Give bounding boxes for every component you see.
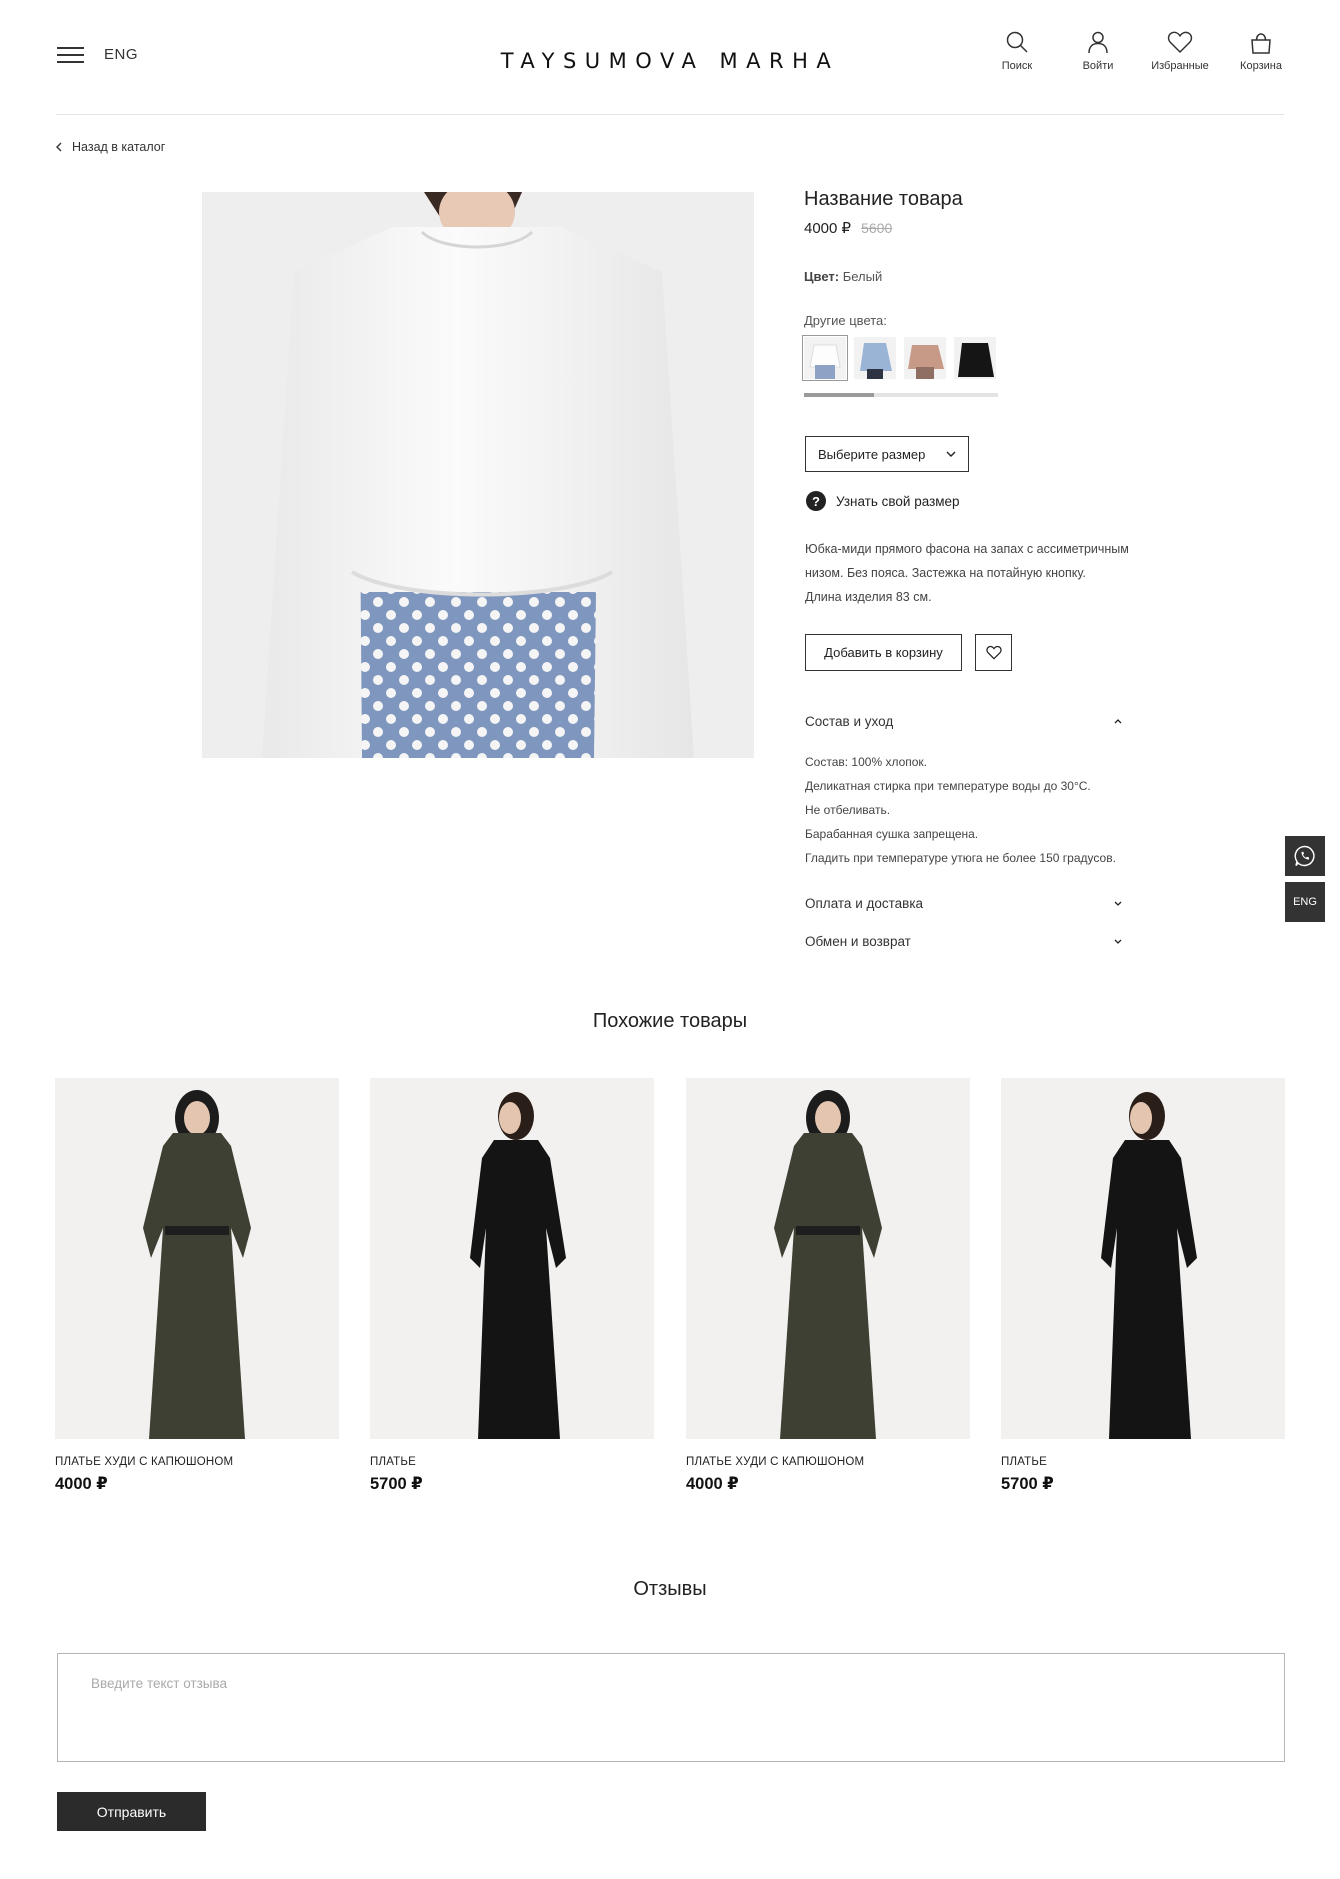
product-photo bbox=[202, 192, 754, 758]
bag-icon bbox=[1251, 33, 1271, 54]
product-card-name[interactable]: ПЛАТЬЕ bbox=[1001, 1456, 1285, 1468]
description-line: низом. Без пояса. Застежка на потайную к… bbox=[805, 566, 1086, 580]
description-line: Юбка-миди прямого фасона на запах с асси… bbox=[805, 542, 1129, 556]
product-card-image[interactable] bbox=[370, 1078, 654, 1439]
product-card-name[interactable]: ПЛАТЬЕ ХУДИ С КАПЮШОНОМ bbox=[55, 1456, 339, 1468]
chevron-down-icon bbox=[1114, 939, 1122, 944]
swatch-scroll-thumb[interactable] bbox=[804, 393, 874, 397]
care-line: Не отбеливать. bbox=[805, 803, 891, 817]
chevron-down-icon bbox=[946, 451, 956, 457]
product-card-price: 4000 ₽ bbox=[686, 1475, 739, 1493]
color-swatch-white[interactable] bbox=[802, 335, 848, 381]
accordion-exchange-label: Обмен и возврат bbox=[805, 934, 911, 949]
add-to-favorites-button[interactable] bbox=[975, 634, 1012, 671]
current-price: 4000 ₽ bbox=[804, 220, 852, 237]
product-card-price: 4000 ₽ bbox=[55, 1475, 108, 1493]
product-card[interactable]: ПЛАТЬЕ 5700 ₽ bbox=[1001, 1078, 1285, 1494]
whatsapp-button[interactable] bbox=[1285, 836, 1325, 876]
size-select-label: Выберите размер bbox=[818, 446, 926, 462]
color-swatch-pink[interactable] bbox=[904, 337, 946, 379]
whatsapp-icon bbox=[1294, 845, 1315, 867]
product-card-price: 5700 ₽ bbox=[370, 1475, 423, 1493]
chevron-down-icon bbox=[1114, 901, 1122, 906]
accordion-composition[interactable]: Состав и уход bbox=[805, 714, 1122, 729]
header-favorites-button[interactable]: Избранные bbox=[1145, 30, 1215, 72]
accordion-payment-label: Оплата и доставка bbox=[805, 896, 924, 911]
product-card-image[interactable] bbox=[1001, 1078, 1285, 1439]
product-card-name[interactable]: ПЛАТЬЕ ХУДИ С КАПЮШОНОМ bbox=[686, 1456, 970, 1468]
login-label: Войти bbox=[1082, 60, 1114, 72]
heart-icon bbox=[985, 645, 1002, 660]
chevron-up-icon bbox=[1114, 719, 1122, 724]
header-login-button[interactable]: Войти bbox=[1063, 30, 1133, 72]
language-switch[interactable]: ENG bbox=[104, 46, 138, 63]
care-instructions: Состав: 100% хлопок. Деликатная стирка п… bbox=[805, 750, 1116, 870]
care-line: Барабанная сушка запрещена. bbox=[805, 827, 979, 841]
reviews-title: Отзывы bbox=[633, 1578, 707, 1600]
size-guide-link[interactable]: ? Узнать свой размер bbox=[806, 491, 960, 511]
search-icon bbox=[1006, 31, 1028, 53]
other-colors-label: Другие цвета: bbox=[804, 313, 887, 328]
header-cart-button[interactable]: Корзина bbox=[1226, 30, 1296, 72]
cart-label: Корзина bbox=[1240, 60, 1282, 72]
care-line: Гладить при температуре утюга не более 1… bbox=[805, 851, 1116, 865]
care-line: Деликатная стирка при температуре воды д… bbox=[805, 779, 1091, 793]
back-label: Назад в каталог bbox=[72, 140, 166, 154]
similar-title: Похожие товары bbox=[592, 1010, 748, 1032]
color-swatch-black[interactable] bbox=[954, 337, 996, 379]
side-language-button[interactable]: ENG bbox=[1285, 882, 1325, 922]
product-card-name[interactable]: ПЛАТЬЕ bbox=[370, 1456, 654, 1468]
search-label: Поиск bbox=[1001, 60, 1033, 72]
back-to-catalog-link[interactable]: Назад в каталог bbox=[56, 140, 165, 154]
accordion-composition-label: Состав и уход bbox=[805, 714, 894, 729]
product-color: Цвет: Белый bbox=[804, 269, 882, 284]
swatch-scrollbar[interactable] bbox=[804, 393, 998, 397]
product-card-price: 5700 ₽ bbox=[1001, 1475, 1054, 1493]
product-card[interactable]: ПЛАТЬЕ 5700 ₽ bbox=[370, 1078, 654, 1494]
color-value: Белый bbox=[842, 269, 883, 284]
old-price: 5600 bbox=[861, 220, 893, 236]
color-swatch-blue[interactable] bbox=[854, 337, 896, 379]
product-description: Юбка-миди прямого фасона на запах с асси… bbox=[805, 537, 1165, 609]
heart-icon bbox=[1167, 31, 1193, 54]
product-price: 4000 ₽ 5600 bbox=[804, 219, 892, 237]
site-logo[interactable]: TAYSUMOVA MARHA bbox=[470, 49, 870, 73]
care-line: Состав: 100% хлопок. bbox=[805, 755, 928, 769]
question-icon: ? bbox=[806, 491, 826, 511]
submit-review-button[interactable]: Отправить bbox=[57, 1792, 206, 1831]
accordion-payment[interactable]: Оплата и доставка bbox=[805, 896, 1122, 911]
color-label: Цвет: bbox=[804, 269, 840, 284]
color-swatches bbox=[802, 335, 996, 381]
review-input[interactable] bbox=[57, 1653, 1285, 1762]
product-card[interactable]: ПЛАТЬЕ ХУДИ С КАПЮШОНОМ 4000 ₽ bbox=[686, 1078, 970, 1494]
size-guide-label: Узнать свой размер bbox=[836, 493, 960, 509]
user-icon bbox=[1088, 31, 1108, 54]
product-card-image[interactable] bbox=[686, 1078, 970, 1439]
product-card[interactable]: ПЛАТЬЕ ХУДИ С КАПЮШОНОМ 4000 ₽ bbox=[55, 1078, 339, 1494]
header-search-button[interactable]: Поиск bbox=[982, 30, 1052, 72]
add-to-cart-button[interactable]: Добавить в корзину bbox=[805, 634, 962, 671]
chevron-left-icon bbox=[56, 142, 62, 152]
product-main-image[interactable] bbox=[202, 192, 754, 758]
menu-icon[interactable] bbox=[57, 47, 84, 63]
accordion-exchange[interactable]: Обмен и возврат bbox=[805, 934, 1122, 949]
site-header: ENG TAYSUMOVA MARHA Поиск Войти Избранны… bbox=[0, 0, 1340, 115]
favorites-label: Избранные bbox=[1151, 60, 1209, 72]
size-select[interactable]: Выберите размер bbox=[805, 436, 969, 472]
header-divider bbox=[56, 114, 1284, 115]
product-title: Название товара bbox=[804, 188, 963, 210]
description-line: Длина изделия 83 см. bbox=[805, 590, 932, 604]
product-card-image[interactable] bbox=[55, 1078, 339, 1439]
